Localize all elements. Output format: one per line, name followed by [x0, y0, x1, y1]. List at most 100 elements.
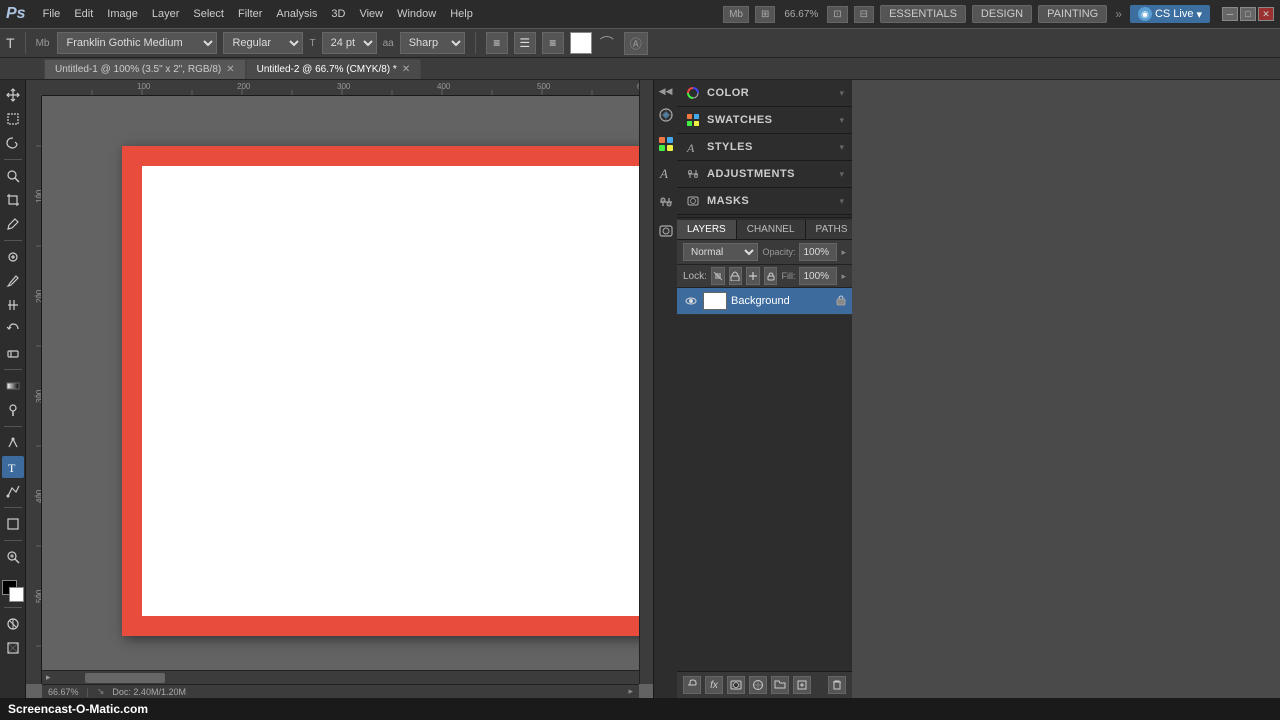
font-style-select[interactable]: Regular — [223, 32, 303, 54]
close-btn[interactable]: ✕ — [1258, 7, 1274, 21]
layer-group-btn[interactable] — [771, 676, 789, 694]
styles-panel-collapse[interactable]: ▾ — [839, 142, 844, 153]
pen-tool[interactable] — [2, 432, 24, 454]
lock-image-btn[interactable] — [729, 267, 743, 285]
history-brush-tool[interactable] — [2, 318, 24, 340]
lock-transparent-btn[interactable] — [711, 267, 725, 285]
font-size-select[interactable]: 24 pt — [322, 32, 377, 54]
screen-mode-icon[interactable]: ⊡ — [827, 6, 847, 23]
move-tool[interactable] — [2, 84, 24, 106]
scroll-arrow-icon[interactable]: ▸ — [42, 672, 55, 683]
anti-alias-select[interactable]: Sharp — [400, 32, 465, 54]
zoom-indicator[interactable]: ↘ — [97, 686, 105, 697]
eyedropper-tool[interactable] — [2, 213, 24, 235]
panel-icon-masks[interactable] — [658, 223, 674, 242]
swatches-panel-collapse[interactable]: ▾ — [839, 115, 844, 126]
canvas-scrollbar-v[interactable] — [639, 80, 653, 684]
workspace-painting-btn[interactable]: PAINTING — [1038, 5, 1107, 23]
canvas-scrollbar-h[interactable]: ▸ — [42, 670, 653, 684]
shape-tool[interactable] — [2, 513, 24, 535]
doc-tab-2-close[interactable]: ✕ — [402, 64, 410, 75]
menu-analysis[interactable]: Analysis — [269, 6, 324, 22]
styles-panel-header[interactable]: A STYLES ▾ — [677, 134, 852, 161]
align-right-btn[interactable]: ≡ — [542, 32, 564, 54]
lasso-tool[interactable] — [2, 132, 24, 154]
more-workspaces-btn[interactable]: » — [1113, 5, 1124, 23]
layer-adj-btn[interactable] — [749, 676, 767, 694]
menu-layer[interactable]: Layer — [145, 6, 187, 22]
adjustments-panel-header[interactable]: ADJUSTMENTS ▾ — [677, 161, 852, 188]
fill-input[interactable] — [799, 267, 837, 285]
zoom-level[interactable]: 66.67% — [781, 7, 821, 22]
dodge-tool[interactable] — [2, 399, 24, 421]
fg-bg-colors[interactable] — [2, 580, 24, 602]
rectangle-select-tool[interactable] — [2, 108, 24, 130]
doc-tab-1[interactable]: Untitled-1 @ 100% (3.5" x 2", RGB/8) ✕ — [44, 59, 246, 79]
menu-view[interactable]: View — [352, 6, 390, 22]
layer-mask-btn[interactable] — [727, 676, 745, 694]
warp-text-btn[interactable]: ⌒ — [600, 33, 614, 53]
menu-edit[interactable]: Edit — [67, 6, 100, 22]
panel-icon-styles[interactable]: A — [658, 165, 674, 184]
layer-fx-btn[interactable]: fx — [705, 676, 723, 694]
align-left-btn[interactable]: ≡ — [486, 32, 508, 54]
collapse-panels-btn[interactable]: ◀◀ — [659, 86, 673, 97]
crop-tool[interactable] — [2, 189, 24, 211]
menu-help[interactable]: Help — [443, 6, 480, 22]
menu-image[interactable]: Image — [100, 6, 145, 22]
clone-stamp-tool[interactable] — [2, 294, 24, 316]
lock-all-btn[interactable] — [764, 267, 778, 285]
menu-window[interactable]: Window — [390, 6, 443, 22]
menu-select[interactable]: Select — [186, 6, 231, 22]
layer-delete-btn[interactable] — [828, 676, 846, 694]
gradient-tool[interactable] — [2, 375, 24, 397]
scroll-right-btn[interactable]: ▸ — [628, 686, 633, 697]
fill-arrow[interactable]: ▸ — [841, 271, 846, 282]
masks-panel-collapse[interactable]: ▾ — [839, 196, 844, 207]
color-panel-collapse[interactable]: ▾ — [839, 88, 844, 99]
swatches-panel-header[interactable]: SWATCHES ▾ — [677, 107, 852, 134]
quick-select-tool[interactable] — [2, 165, 24, 187]
adjustments-panel-collapse[interactable]: ▾ — [839, 169, 844, 180]
arrange-docs-icon[interactable]: ⊟ — [854, 6, 874, 23]
layer-item-background[interactable]: Background — [677, 288, 852, 315]
workspace-essentials-btn[interactable]: ESSENTIALS — [880, 5, 966, 23]
text-color-swatch[interactable] — [570, 32, 592, 54]
doc-tab-2[interactable]: Untitled-2 @ 66.7% (CMYK/8) * ✕ — [246, 59, 422, 79]
screen-mode-btn[interactable] — [2, 637, 24, 659]
canvas-inner[interactable] — [42, 96, 639, 670]
panel-icon-adjustments[interactable] — [658, 194, 674, 213]
masks-panel-header[interactable]: MASKS ▾ — [677, 188, 852, 215]
maximize-btn[interactable]: □ — [1240, 7, 1256, 21]
workspace-design-btn[interactable]: DESIGN — [972, 5, 1032, 23]
lock-position-btn[interactable] — [746, 267, 760, 285]
layer-visibility-btn[interactable] — [683, 293, 699, 309]
blend-mode-select[interactable]: Normal — [683, 243, 758, 261]
layer-link-btn[interactable] — [683, 676, 701, 694]
doc-tab-1-close[interactable]: ✕ — [226, 64, 234, 75]
opacity-input[interactable] — [799, 243, 837, 261]
cs-live-btn[interactable]: ◉ CS Live ▾ — [1130, 5, 1210, 23]
healing-brush-tool[interactable] — [2, 246, 24, 268]
align-center-btn[interactable]: ☰ — [514, 32, 536, 54]
font-family-select[interactable]: Franklin Gothic Medium — [57, 32, 217, 54]
background-color[interactable] — [9, 587, 24, 602]
eraser-tool[interactable] — [2, 342, 24, 364]
panel-icon-swatches[interactable] — [658, 136, 674, 155]
document-inner[interactable] — [142, 166, 653, 616]
panel-icon-color[interactable] — [658, 107, 674, 126]
toolbar-options-icon[interactable]: Mb — [723, 6, 749, 23]
canvas-area[interactable]: 100 200 300 400 500 600 700 800 900 — [26, 80, 653, 698]
layer-new-btn[interactable] — [793, 676, 811, 694]
zoom-tool[interactable] — [2, 546, 24, 568]
color-panel-header[interactable]: COLOR ▾ — [677, 80, 852, 107]
path-select-tool[interactable] — [2, 480, 24, 502]
opacity-arrow[interactable]: ▸ — [841, 247, 846, 258]
arrange-icon[interactable]: ⊞ — [755, 6, 775, 23]
menu-file[interactable]: File — [36, 6, 68, 22]
minimize-btn[interactable]: ─ — [1222, 7, 1238, 21]
menu-filter[interactable]: Filter — [231, 6, 269, 22]
menu-3d[interactable]: 3D — [324, 6, 352, 22]
layers-tab-layers[interactable]: LAYERS — [677, 220, 737, 239]
character-panel-btn[interactable]: Ⓐ — [624, 32, 648, 55]
